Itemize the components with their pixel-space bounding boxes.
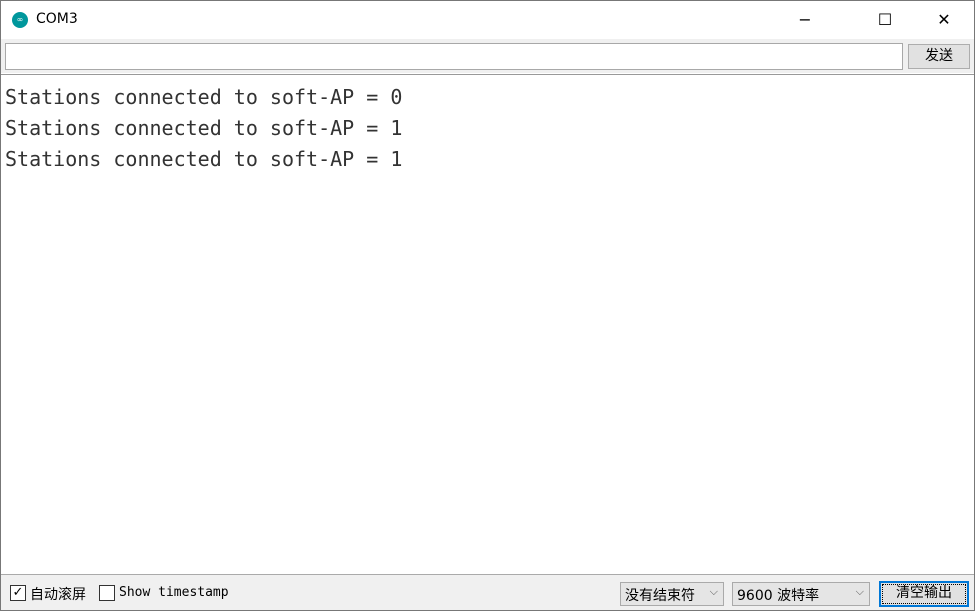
footer-bar: ✓ 自动滚屏 Show timestamp 没有结束符 ⌵ 9600 波特率 ⌵ 清… <box>1 574 974 610</box>
autoscroll-label: 自动滚屏 <box>30 587 86 603</box>
line-ending-select[interactable]: 没有结束符 ⌵ <box>620 582 724 606</box>
autoscroll-checkbox[interactable]: ✓ <box>10 585 26 601</box>
output-line: Stations connected to soft-AP = 0 <box>5 85 403 109</box>
close-button[interactable]: ✕ <box>921 1 967 39</box>
title-bar: ∞ COM3 − ☐ ✕ <box>1 1 974 39</box>
clear-output-button[interactable]: 清空输出 <box>879 581 969 607</box>
baud-rate-value: 9600 波特率 <box>737 588 820 604</box>
send-bar: 发送 <box>1 39 974 73</box>
output-line: Stations connected to soft-AP = 1 <box>5 116 403 140</box>
serial-input[interactable] <box>5 43 903 70</box>
serial-output[interactable]: Stations connected to soft-AP = 0 Statio… <box>1 74 974 574</box>
send-button[interactable]: 发送 <box>908 44 970 69</box>
maximize-button[interactable]: ☐ <box>862 1 908 39</box>
output-line: Stations connected to soft-AP = 1 <box>5 147 403 171</box>
serial-monitor-window: ∞ COM3 − ☐ ✕ 发送 Stations connected to so… <box>0 0 975 611</box>
arduino-logo-icon: ∞ <box>12 12 28 28</box>
timestamp-checkbox[interactable] <box>99 585 115 601</box>
timestamp-label: Show timestamp <box>119 585 229 600</box>
chevron-down-icon: ⌵ <box>855 585 864 598</box>
line-ending-value: 没有结束符 <box>625 588 695 604</box>
minimize-button[interactable]: − <box>782 1 828 39</box>
baud-rate-select[interactable]: 9600 波特率 ⌵ <box>732 582 870 606</box>
window-title: COM3 <box>36 11 78 27</box>
chevron-down-icon: ⌵ <box>709 585 718 598</box>
